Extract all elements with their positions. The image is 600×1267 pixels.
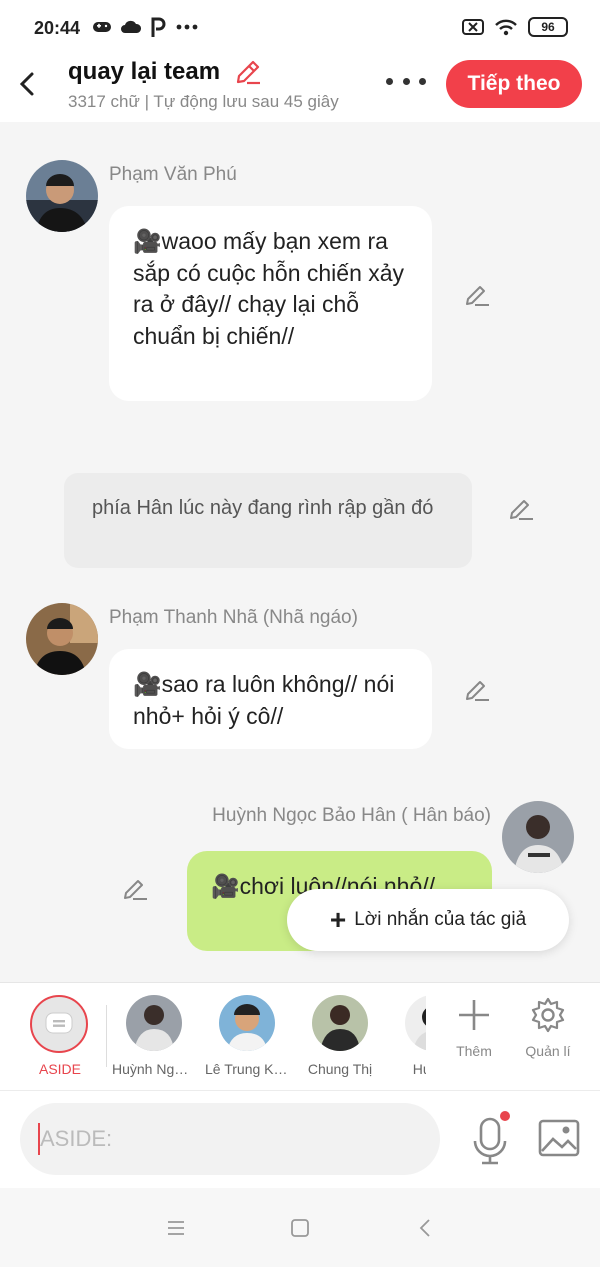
character-avatar bbox=[405, 995, 426, 1051]
character-item[interactable]: Chung Thị bbox=[298, 995, 382, 1077]
sender-name: Huỳnh Ngọc Bảo Hân ( Hân báo) bbox=[212, 805, 491, 826]
avatar[interactable] bbox=[502, 801, 574, 873]
message-bubble[interactable]: 🎥sao ra luôn không// nói nhỏ+ hỏi ý cô// bbox=[109, 649, 432, 749]
sim-off-icon bbox=[462, 19, 484, 35]
character-avatar bbox=[219, 995, 275, 1051]
editor-header: quay lại team 3317 chữ | Tự động lưu sau… bbox=[0, 56, 600, 122]
back-arrow-icon[interactable] bbox=[14, 66, 42, 102]
message-bubble[interactable]: 🎥waoo mấy bạn xem ra sắp có cuộc hỗn chi… bbox=[109, 206, 432, 401]
message-input[interactable] bbox=[20, 1103, 440, 1175]
character-item[interactable]: Lê Trung Kiên bbox=[205, 995, 289, 1077]
menu-icon[interactable] bbox=[164, 1216, 188, 1240]
composer-bar bbox=[0, 1090, 600, 1188]
status-right-icons: 96 bbox=[462, 17, 568, 37]
image-icon[interactable] bbox=[538, 1119, 580, 1157]
narration-block[interactable]: phía Hân lúc này đang rình rập gần đó bbox=[64, 473, 472, 568]
p-app-icon bbox=[151, 17, 166, 37]
character-list: Huỳnh Ngọc Bảo Hân Lê Trung Kiên Chung T… bbox=[108, 983, 426, 1091]
chat-area: Phạm Văn Phú 🎥waoo mấy bạn xem ra sắp có… bbox=[0, 122, 600, 982]
character-avatar bbox=[312, 995, 368, 1051]
avatar[interactable] bbox=[26, 160, 98, 232]
wifi-icon bbox=[495, 19, 517, 36]
aside-selector[interactable]: ASIDE bbox=[30, 995, 90, 1077]
status-left-icons bbox=[92, 16, 198, 38]
aside-bubble-icon bbox=[45, 1012, 73, 1034]
edit-icon[interactable] bbox=[122, 876, 150, 904]
microphone-icon[interactable] bbox=[470, 1117, 510, 1165]
edit-title-icon[interactable] bbox=[234, 58, 262, 86]
plus-icon bbox=[459, 1000, 489, 1030]
sender-name: Phạm Văn Phú bbox=[109, 164, 237, 185]
add-character-button[interactable]: Thêm bbox=[442, 997, 506, 1059]
character-name: Huỳnh Ngọc Bảo Hân bbox=[112, 1061, 196, 1077]
gear-icon bbox=[531, 997, 565, 1033]
character-item[interactable]: Huỳnh Ngọc Bảo Hân bbox=[112, 995, 196, 1077]
status-bar: 20:44 96 bbox=[0, 0, 600, 56]
home-icon[interactable] bbox=[288, 1216, 312, 1240]
back-nav-icon[interactable] bbox=[414, 1216, 438, 1240]
aside-label: ASIDE bbox=[38, 1061, 81, 1077]
plus-icon: + bbox=[329, 904, 347, 935]
cloud-icon bbox=[121, 20, 142, 33]
battery-indicator: 96 bbox=[528, 17, 568, 37]
add-label: Thêm bbox=[456, 1043, 492, 1059]
sender-name: Phạm Thanh Nhã (Nhã ngáo) bbox=[109, 607, 358, 628]
word-count-autosave: 3317 chữ | Tự động lưu sau 45 giây bbox=[68, 92, 339, 111]
character-strip: ASIDE Huỳnh Ngọc Bảo Hân Lê Trung Kiên C… bbox=[0, 982, 600, 1090]
avatar[interactable] bbox=[26, 603, 98, 675]
character-item[interactable]: Huỳnh bbox=[391, 995, 426, 1077]
edit-icon[interactable] bbox=[464, 282, 492, 310]
edit-icon[interactable] bbox=[464, 677, 492, 705]
character-name: Huỳnh bbox=[412, 1061, 426, 1077]
more-options-icon[interactable] bbox=[386, 64, 426, 98]
character-avatar bbox=[126, 995, 182, 1051]
status-time: 20:44 bbox=[34, 18, 81, 38]
manage-label: Quản lí bbox=[525, 1043, 571, 1059]
text-caret bbox=[38, 1123, 40, 1155]
edit-icon[interactable] bbox=[508, 496, 536, 524]
character-name: Lê Trung Kiên bbox=[205, 1061, 289, 1077]
author-note-button[interactable]: + Lời nhắn của tác giả bbox=[287, 889, 569, 951]
more-status-icon bbox=[176, 24, 198, 30]
system-nav-bar bbox=[0, 1188, 600, 1267]
character-name: Chung Thị bbox=[307, 1061, 373, 1077]
divider bbox=[106, 1005, 107, 1067]
gamepad-icon bbox=[93, 22, 111, 32]
next-button[interactable]: Tiếp theo bbox=[446, 60, 582, 108]
author-note-label: Lời nhắn của tác giả bbox=[354, 909, 527, 930]
manage-characters-button[interactable]: Quản lí bbox=[516, 997, 580, 1059]
story-title[interactable]: quay lại team bbox=[68, 58, 220, 86]
notification-dot bbox=[500, 1111, 510, 1121]
